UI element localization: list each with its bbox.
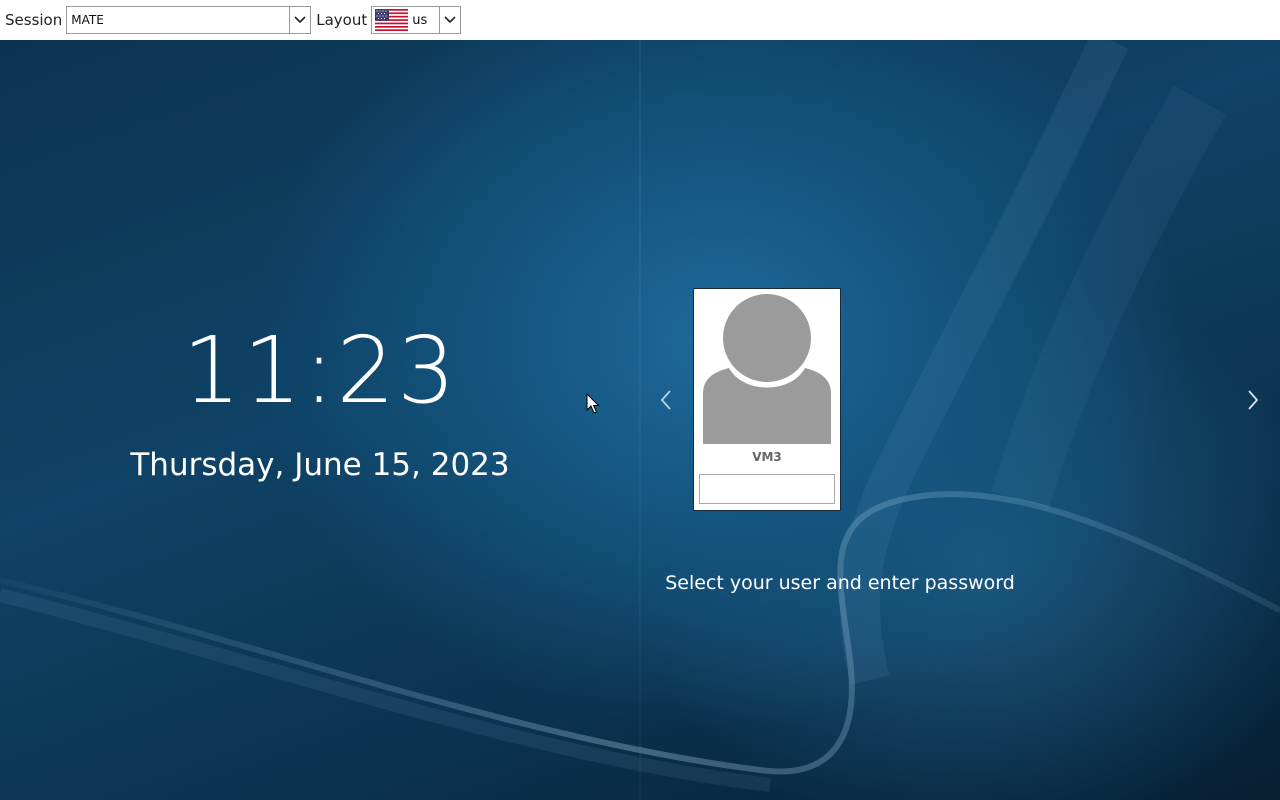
mouse-cursor-icon bbox=[586, 393, 600, 414]
chevron-left-icon bbox=[660, 390, 671, 410]
layout-select-value: us bbox=[412, 12, 428, 28]
user-card[interactable]: VM3 bbox=[693, 288, 841, 511]
password-field[interactable] bbox=[699, 474, 835, 504]
session-label: Session bbox=[5, 11, 63, 29]
chevron-down-icon[interactable] bbox=[289, 7, 310, 33]
previous-user-button[interactable] bbox=[656, 385, 676, 415]
chevron-right-icon bbox=[1248, 390, 1259, 410]
clock-time: 11:23 bbox=[182, 317, 458, 424]
session-select-value: MATE bbox=[71, 13, 104, 27]
chevron-down-icon[interactable] bbox=[439, 7, 460, 33]
login-prompt: Select your user and enter password bbox=[665, 572, 1015, 594]
greeter-background: 11:23 Thursday, June 15, 2023 VM3 Select… bbox=[0, 40, 1280, 800]
clock-date: Thursday, June 15, 2023 bbox=[130, 447, 510, 483]
top-bar: Session MATE Layout us bbox=[0, 0, 1280, 40]
us-flag-icon bbox=[375, 9, 409, 31]
background-divider bbox=[639, 40, 641, 800]
session-select[interactable]: MATE bbox=[66, 6, 312, 34]
user-name: VM3 bbox=[752, 450, 782, 464]
layout-label: Layout bbox=[316, 11, 368, 29]
layout-select[interactable]: us bbox=[371, 6, 462, 34]
user-avatar-icon bbox=[703, 294, 831, 444]
next-user-button[interactable] bbox=[1243, 385, 1263, 415]
